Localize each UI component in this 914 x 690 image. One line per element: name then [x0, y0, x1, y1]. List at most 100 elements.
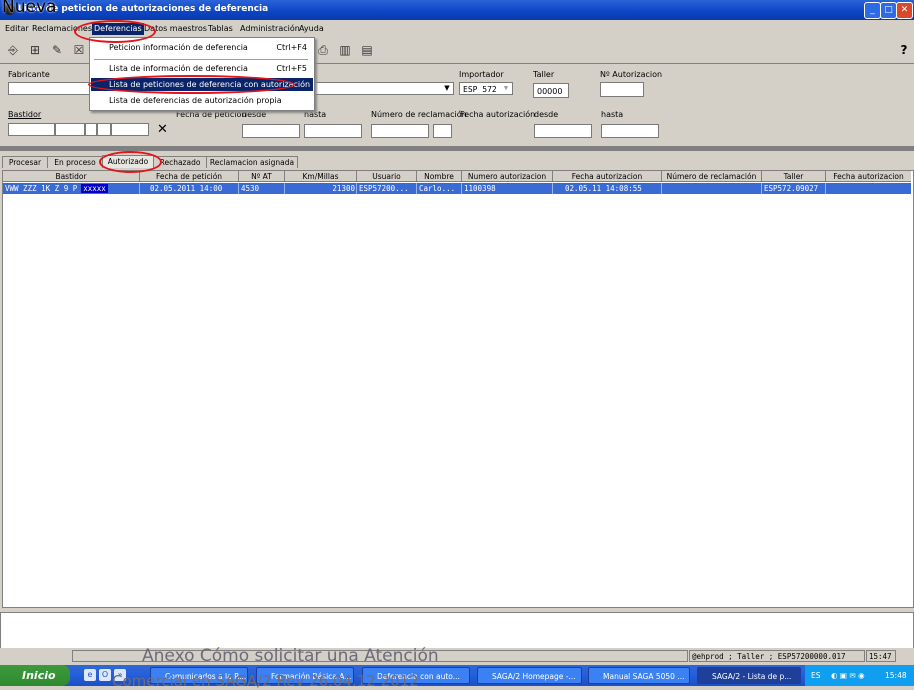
- open-icon[interactable]: ⎆: [6, 43, 20, 57]
- col-km-millas[interactable]: Km/Millas: [285, 171, 357, 182]
- menu-ayuda[interactable]: Ayuda: [299, 24, 324, 33]
- help-icon[interactable]: ?: [897, 43, 911, 57]
- message-area: [0, 612, 914, 649]
- cell-fecha-autorizacion-2[interactable]: [826, 183, 911, 194]
- start-button[interactable]: Inicio: [0, 665, 70, 686]
- tab-en-proceso[interactable]: En proceso: [47, 156, 103, 168]
- dd-lista-informacion[interactable]: Lista de información de deferencia Ctrl+F…: [91, 62, 313, 75]
- cell-nombre[interactable]: Carlo...: [417, 183, 462, 194]
- nro-reclamacion-field[interactable]: [371, 124, 429, 138]
- chevron-down-icon: ▼: [503, 84, 509, 92]
- annex-caption-line1: Anexo Cómo solicitar una Atención: [142, 646, 439, 666]
- overlay-word: Nueva: [2, 0, 57, 17]
- annotation-oval-deferencias: [74, 20, 156, 43]
- bastidor-field-2[interactable]: [55, 123, 85, 136]
- system-tray: ES ◐ ▣ ✉ ◉ 15:48: [805, 665, 914, 686]
- col-fecha-autorizacion[interactable]: Fecha autorizacion: [553, 171, 662, 182]
- dd-label: Lista de información de deferencia: [109, 64, 248, 73]
- col-taller[interactable]: Taller: [762, 171, 826, 182]
- taller-field[interactable]: 00000: [533, 83, 569, 98]
- print-icon[interactable]: ⎙: [316, 43, 330, 57]
- dd-peticion-informacion[interactable]: Peticion información de deferencia Ctrl+F…: [91, 41, 313, 54]
- minimize-button[interactable]: _: [864, 2, 881, 19]
- results-table: Bastidor Fecha de petición Nº AT Km/Mill…: [2, 170, 914, 608]
- menu-tablas[interactable]: Tablas: [208, 24, 233, 33]
- cell-usuario[interactable]: ESP57200...: [357, 183, 417, 194]
- hasta2-label: hasta: [601, 110, 624, 119]
- importador-label: Importador: [459, 70, 504, 79]
- autorizacion-desde-field[interactable]: [534, 124, 592, 138]
- fecha-hasta-field[interactable]: [304, 124, 362, 138]
- hasta-label: hasta: [304, 110, 327, 119]
- cell-fecha-autorizacion[interactable]: 02.05.11 14:08:55: [553, 183, 662, 194]
- fecha-autorizacion-label: Fecha autorización: [460, 110, 536, 119]
- cell-taller[interactable]: ESP572.09027: [762, 183, 826, 194]
- importador-value: ESP 572: [463, 85, 497, 94]
- autorizacion-hasta-field[interactable]: [601, 124, 659, 138]
- col-nro-at[interactable]: Nº AT: [239, 171, 285, 182]
- bastidor-field-5[interactable]: [111, 123, 149, 136]
- folder-icon[interactable]: ▤: [360, 43, 374, 57]
- nro-autorizacion-label: Nº Autorizacion: [600, 70, 663, 79]
- dd-separator: [94, 59, 308, 60]
- status-bar: @ehprod ; Taller ; ESP57200000.017 15:47: [0, 648, 914, 664]
- status-user: @ehprod ; Taller ; ESP57200000.017: [689, 650, 865, 662]
- x-icon[interactable]: ✕: [157, 122, 168, 137]
- nro-reclamacion-label: Número de reclamación: [371, 110, 467, 119]
- col-numero-autorizacion[interactable]: Numero autorizacion: [462, 171, 553, 182]
- barcode-icon[interactable]: ▥: [338, 43, 352, 57]
- task-saga-homepage[interactable]: SAGA/2 Homepage -...: [477, 667, 582, 684]
- col-bastidor[interactable]: Bastidor: [3, 171, 140, 182]
- bastidor-field-1[interactable]: [8, 123, 55, 136]
- fecha-desde-field[interactable]: [242, 124, 300, 138]
- delete-icon[interactable]: ☒: [72, 43, 86, 57]
- dd-label: Lista de deferencias de autorización pro…: [109, 96, 282, 105]
- menu-editar[interactable]: Editar: [5, 24, 29, 33]
- bastidor-label: Bastidor: [8, 110, 42, 119]
- annex-caption-line2: Comercial en SAGA/2 Rev 26.04.12 2012: [112, 672, 419, 690]
- chevron-down-icon: ▼: [444, 84, 450, 92]
- tree-icon[interactable]: ⊞: [28, 43, 42, 57]
- bastidor-field-4[interactable]: [97, 123, 111, 136]
- close-button[interactable]: ✕: [896, 2, 913, 19]
- status-time: 15:47: [866, 650, 896, 662]
- dd-shortcut: Ctrl+F4: [276, 43, 307, 52]
- tray-icons[interactable]: ◐ ▣ ✉ ◉: [831, 665, 865, 686]
- cell-numero-reclamacion[interactable]: [662, 183, 762, 194]
- importador-select[interactable]: ESP 572 ▼: [459, 82, 513, 95]
- dd-lista-autorizacion-propia[interactable]: Lista de deferencias de autorización pro…: [91, 94, 313, 107]
- nro-reclamacion-field-2[interactable]: [433, 124, 452, 138]
- tab-reclamacion-asignada[interactable]: Reclamacion asignada: [206, 156, 298, 168]
- cell-nro-at[interactable]: 4530: [239, 183, 285, 194]
- outlook-icon[interactable]: O: [99, 669, 111, 681]
- col-numero-reclamacion[interactable]: Número de reclamación: [662, 171, 762, 182]
- dd-shortcut: Ctrl+F5: [276, 64, 307, 73]
- col-fecha-peticion[interactable]: Fecha de petición: [140, 171, 239, 182]
- cell-numero-autorizacion[interactable]: 1100398: [462, 183, 553, 194]
- nro-autorizacion-field[interactable]: [600, 82, 644, 97]
- masked-text: xxxxx: [81, 184, 108, 193]
- cell-km-millas[interactable]: 21300: [285, 183, 357, 194]
- cell-bastidor[interactable]: VWW ZZZ 1K Z 9 Pxxxxx: [3, 183, 140, 194]
- cell-fecha-peticion[interactable]: 02.05.2011 14:00: [140, 183, 239, 194]
- language-indicator[interactable]: ES: [811, 665, 821, 686]
- task-manual-saga[interactable]: Manual SAGA 5050 ...: [588, 667, 690, 684]
- col-usuario[interactable]: Usuario: [357, 171, 417, 182]
- menu-administracion[interactable]: Administración: [240, 24, 300, 33]
- desde-label: desde: [242, 110, 267, 119]
- bastidor-field-3[interactable]: [85, 123, 97, 136]
- annotation-oval-lista-peticiones: [88, 75, 295, 94]
- maximize-button[interactable]: □: [880, 2, 897, 19]
- browser-icon[interactable]: e: [84, 669, 96, 681]
- col-nombre[interactable]: Nombre: [417, 171, 462, 182]
- fabricante-label: Fabricante: [8, 70, 50, 79]
- cell-text: VWW ZZZ 1K Z 9 P: [5, 184, 78, 193]
- edit-icon[interactable]: ✎: [50, 43, 64, 57]
- task-saga-lista[interactable]: SAGA/2 - Lista de p...: [697, 667, 801, 684]
- annotation-oval-autorizado: [99, 151, 162, 173]
- desde2-label: desde: [534, 110, 559, 119]
- deferencias-dropdown: Peticion información de deferencia Ctrl+F…: [89, 37, 315, 111]
- tab-procesar[interactable]: Procesar: [2, 156, 48, 168]
- tray-clock: 15:48: [885, 671, 907, 680]
- col-fecha-autorizacion-2[interactable]: Fecha autorizacion: [826, 171, 911, 182]
